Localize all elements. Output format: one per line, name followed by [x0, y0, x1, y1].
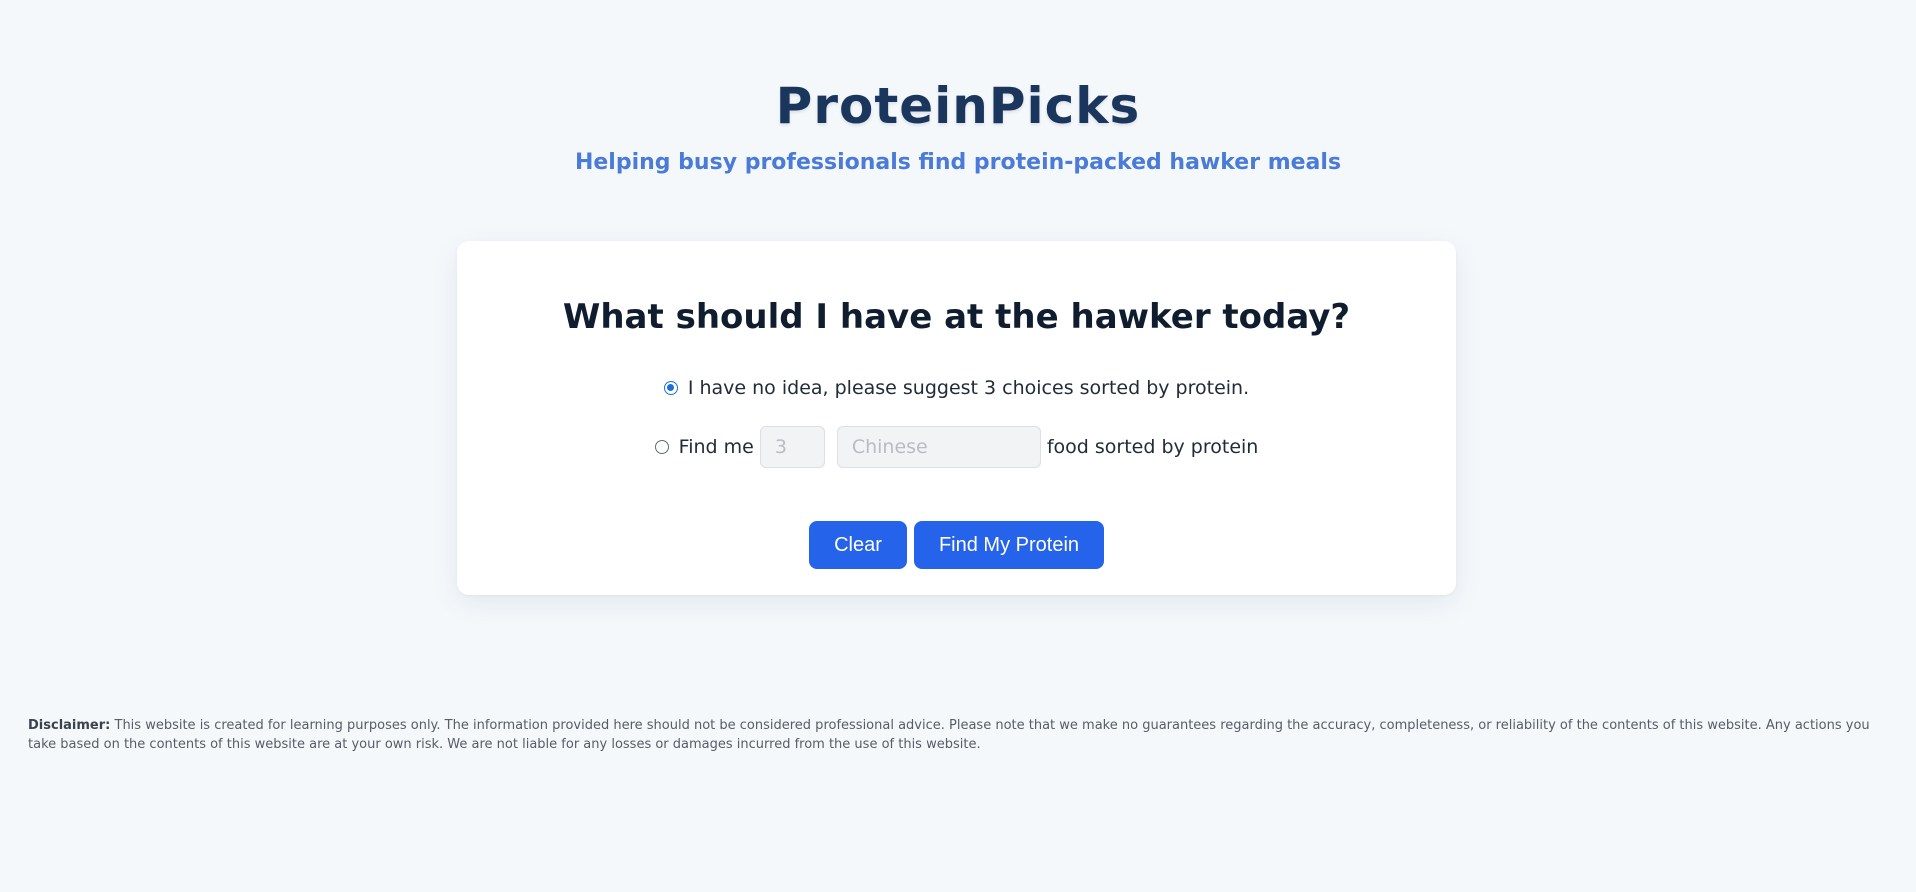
find-prefix-label[interactable]: Find me — [679, 436, 754, 458]
count-input[interactable]: 3 — [759, 426, 825, 468]
site-header: ProteinPicks Helping busy professionals … — [0, 72, 1916, 178]
action-buttons: Clear Find My Protein — [457, 521, 1456, 569]
cuisine-input[interactable]: Chinese — [836, 426, 1041, 468]
option-find-row: Find me 3 Chinese food sorted by protein — [457, 425, 1456, 469]
find-suffix-label: food sorted by protein — [1046, 436, 1259, 458]
question-heading: What should I have at the hawker today? — [562, 297, 1351, 337]
disclaimer-text: This website is created for learning pur… — [28, 718, 1870, 752]
cuisine-input-placeholder: Chinese — [851, 436, 928, 458]
suggest-option-label[interactable]: I have no idea, please suggest 3 choices… — [688, 377, 1249, 399]
page: ProteinPicks Helping busy professionals … — [0, 0, 1916, 892]
find-radio[interactable] — [654, 440, 669, 454]
meal-finder-card: What should I have at the hawker today? … — [457, 241, 1456, 595]
clear-button[interactable]: Clear — [809, 521, 907, 569]
site-subtitle: Helping busy professionals find protein-… — [574, 150, 1342, 175]
find-my-protein-button[interactable]: Find My Protein — [914, 521, 1104, 569]
suggest-radio[interactable] — [663, 381, 678, 395]
site-title: ProteinPicks — [775, 77, 1141, 135]
disclaimer: Disclaimer: This website is created for … — [28, 716, 1888, 754]
count-input-placeholder: 3 — [774, 436, 787, 458]
option-suggest-row[interactable]: I have no idea, please suggest 3 choices… — [457, 371, 1456, 405]
disclaimer-label: Disclaimer: — [28, 718, 111, 733]
